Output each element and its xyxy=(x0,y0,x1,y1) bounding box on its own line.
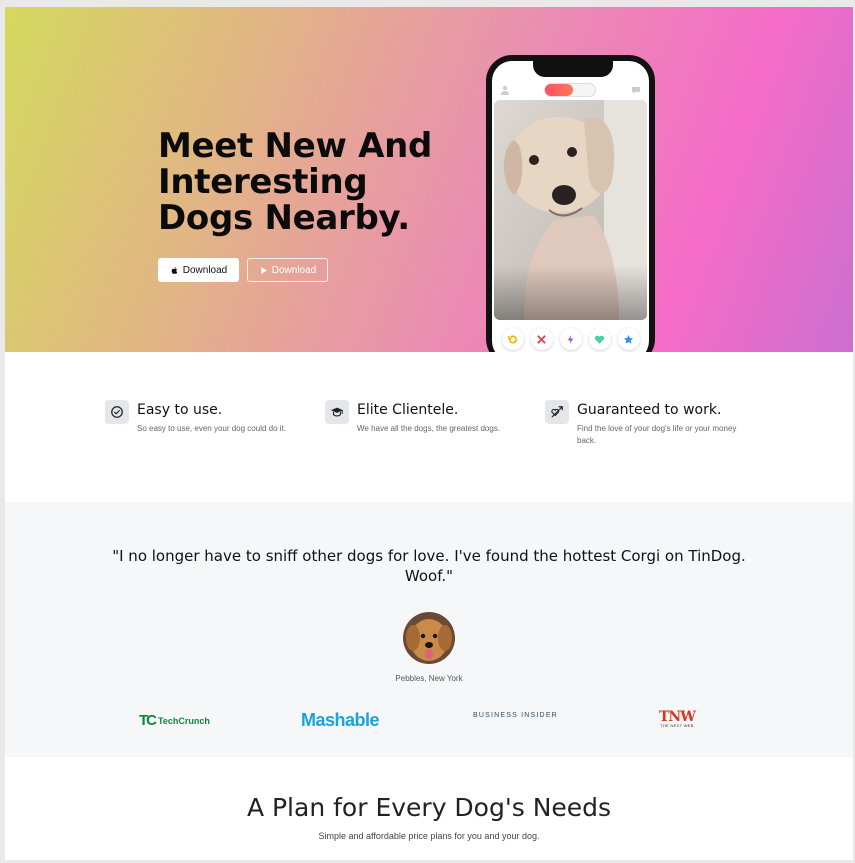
lightning-icon xyxy=(567,334,574,344)
feature-title: Guaranteed to work. xyxy=(577,402,722,418)
feature-title: Elite Clientele. xyxy=(357,402,459,418)
download-play-button[interactable]: Download xyxy=(247,258,328,282)
download-apple-label: Download xyxy=(182,264,228,276)
testimonial-section: "I no longer have to sniff other dogs fo… xyxy=(5,502,853,757)
superlike-button[interactable] xyxy=(617,328,640,350)
app-topbar xyxy=(492,79,649,99)
boost-button[interactable] xyxy=(559,328,582,350)
chat-icon xyxy=(632,87,640,94)
feature-text: So easy to use, even your dog could do i… xyxy=(137,424,286,433)
check-circle-icon xyxy=(105,400,129,424)
heart-arrow-icon xyxy=(545,400,569,424)
hero-title: Meet New And Interesting Dogs Nearby. xyxy=(158,126,433,238)
download-play-label: Download xyxy=(271,264,317,276)
testimonial-quote: "I no longer have to sniff other dogs fo… xyxy=(112,547,746,585)
heart-icon xyxy=(594,335,605,344)
pricing-title: A Plan for Every Dog's Needs xyxy=(246,793,612,822)
nope-button[interactable] xyxy=(530,328,553,350)
play-icon xyxy=(261,266,267,274)
tnw-mark: TNW xyxy=(659,709,696,725)
feature-text: Find the love of your dog's life or your… xyxy=(577,424,737,445)
testimonial-author: Pebbles, New York xyxy=(395,674,463,683)
apple-icon xyxy=(171,266,177,274)
techcrunch-mark: TC xyxy=(139,712,157,729)
pricing-subtitle: Simple and affordable price plans for yo… xyxy=(318,831,540,841)
star-icon xyxy=(623,334,634,344)
techcrunch-name: TechCrunch xyxy=(158,715,210,726)
pricing-section: A Plan for Every Dog's Needs Simple and … xyxy=(5,757,853,860)
phone-mockup xyxy=(486,55,655,352)
phone-notch xyxy=(533,61,613,77)
features-section: Easy to use. So easy to use, even your d… xyxy=(5,352,853,502)
like-button[interactable] xyxy=(588,328,611,350)
business-insider-logo: BUSINESS INSIDER xyxy=(473,712,558,719)
close-icon xyxy=(537,334,546,344)
page: Meet New And Interesting Dogs Nearby. Do… xyxy=(5,7,853,860)
tnw-subtitle: THE NEXT WEB xyxy=(660,723,694,728)
feature-text: We have all the dogs, the greatest dogs. xyxy=(357,424,501,433)
dog-photo xyxy=(494,100,647,320)
feature-title: Easy to use. xyxy=(137,402,223,418)
profile-icon xyxy=(501,85,509,95)
phone-screen xyxy=(492,61,649,352)
mashable-logo: Mashable xyxy=(301,710,380,730)
hero-section: Meet New And Interesting Dogs Nearby. Do… xyxy=(5,7,853,352)
undo-button[interactable] xyxy=(501,328,524,350)
download-apple-button[interactable]: Download xyxy=(158,258,239,282)
tnw-logo: TNW THE NEXT WEB xyxy=(659,709,696,728)
swipe-actions xyxy=(492,325,649,352)
graduation-cap-icon xyxy=(325,400,349,424)
undo-icon xyxy=(508,334,517,343)
mode-toggle xyxy=(544,83,596,97)
techcrunch-logo: TC TechCrunch xyxy=(139,712,210,729)
avatar xyxy=(403,612,455,664)
